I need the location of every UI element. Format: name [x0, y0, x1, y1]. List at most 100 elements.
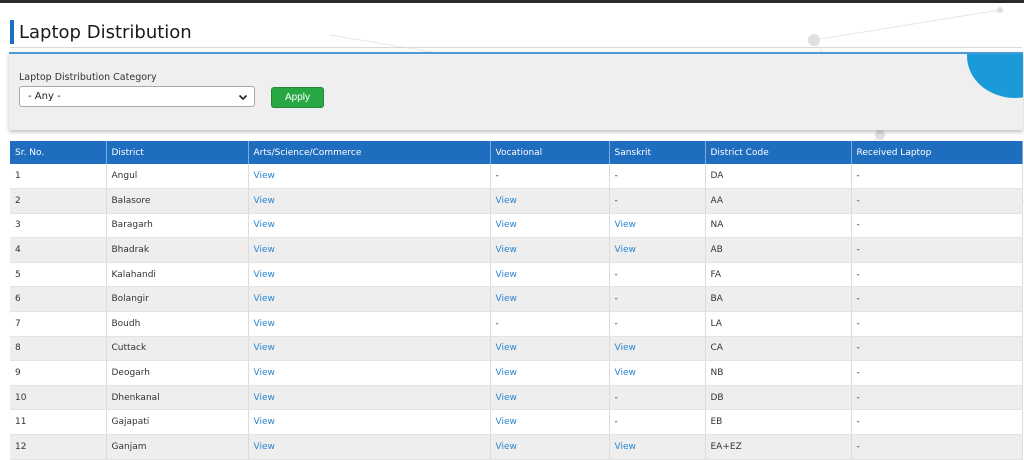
sanskrit-cell: -	[609, 286, 706, 313]
view-link[interactable]: View	[496, 442, 517, 452]
table-header-row: Sr. No. District Arts/Science/Commerce V…	[10, 141, 1023, 164]
category-select-value: - Any -	[28, 91, 61, 102]
sr-no-cell: 2	[10, 188, 107, 214]
view-link[interactable]: View	[254, 245, 275, 255]
title-divider	[10, 47, 1022, 48]
view-link[interactable]: View	[496, 270, 517, 280]
vocational-cell: View	[490, 360, 610, 386]
arts-science-commerce-cell: View	[248, 311, 491, 337]
view-link[interactable]: View	[615, 442, 636, 452]
view-link[interactable]: View	[496, 393, 517, 403]
view-link[interactable]: View	[496, 196, 517, 206]
received-laptop-cell: -	[851, 164, 1023, 190]
received-laptop-cell: -	[851, 213, 1023, 239]
sanskrit-cell: -	[609, 262, 706, 288]
district-code-cell: AA	[705, 188, 852, 214]
sanskrit-cell: -	[609, 188, 706, 214]
table-row: 4 Bhadrak View View View AB -	[10, 237, 1023, 263]
header-sr-no[interactable]: Sr. No.	[10, 141, 107, 164]
sanskrit-cell: View	[609, 213, 706, 239]
received-laptop-cell: -	[851, 360, 1023, 386]
header-sanskrit[interactable]: Sanskrit	[609, 141, 706, 164]
view-link[interactable]: View	[254, 270, 275, 280]
arts-science-commerce-cell: View	[248, 213, 491, 239]
sr-no-cell: 9	[10, 360, 107, 386]
sanskrit-cell: View	[609, 237, 706, 263]
header-vocational[interactable]: Vocational	[490, 141, 610, 164]
vocational-cell: View	[490, 213, 610, 239]
apply-button[interactable]: Apply	[271, 87, 324, 108]
arts-science-commerce-cell: View	[248, 434, 491, 460]
vocational-cell: View	[490, 237, 610, 263]
district-code-cell: DB	[705, 385, 852, 411]
vocational-cell: View	[490, 385, 610, 411]
district-cell: Angul	[106, 164, 249, 190]
view-link[interactable]: View	[254, 220, 275, 230]
district-cell: Gajapati	[106, 409, 249, 436]
arts-science-commerce-cell: View	[248, 188, 491, 214]
title-accent-bar	[10, 20, 14, 44]
view-link[interactable]: View	[615, 220, 636, 230]
view-link[interactable]: View	[496, 294, 517, 304]
filter-toggle[interactable]	[967, 54, 1023, 98]
view-link[interactable]: View	[254, 343, 275, 353]
sr-no-cell: 12	[10, 434, 107, 460]
vocational-cell: View	[490, 336, 610, 362]
header-district[interactable]: District	[106, 141, 249, 164]
page-title: Laptop Distribution	[19, 21, 192, 43]
arts-science-commerce-cell: View	[248, 164, 491, 190]
view-link[interactable]: View	[496, 220, 517, 230]
table-row: 1 Angul View - - DA -	[10, 164, 1023, 190]
view-link[interactable]: View	[615, 343, 636, 353]
view-link[interactable]: View	[254, 294, 275, 304]
view-link[interactable]: View	[254, 196, 275, 206]
district-cell: Cuttack	[106, 336, 249, 362]
view-link[interactable]: View	[254, 171, 275, 181]
received-laptop-cell: -	[851, 188, 1023, 214]
table-row: 12 Ganjam View View View EA+EZ -	[10, 434, 1023, 460]
view-link[interactable]: View	[496, 245, 517, 255]
sanskrit-cell: -	[609, 164, 706, 190]
vocational-cell: -	[490, 311, 610, 337]
received-laptop-cell: -	[851, 237, 1023, 263]
view-link[interactable]: View	[254, 319, 275, 329]
header-received-laptop[interactable]: Received Laptop	[851, 141, 1023, 164]
table-row: 5 Kalahandi View View - FA -	[10, 262, 1023, 288]
view-link[interactable]: View	[254, 368, 275, 378]
header-arts-science-commerce[interactable]: Arts/Science/Commerce	[248, 141, 491, 164]
district-code-cell: BA	[705, 286, 852, 313]
table-row: 10 Dhenkanal View View - DB -	[10, 385, 1023, 411]
view-link[interactable]: View	[254, 442, 275, 452]
district-cell: Dhenkanal	[106, 385, 249, 411]
view-link[interactable]: View	[496, 343, 517, 353]
district-code-cell: LA	[705, 311, 852, 337]
district-code-cell: EB	[705, 409, 852, 436]
sr-no-cell: 10	[10, 385, 107, 411]
category-select[interactable]: - Any -	[19, 86, 255, 107]
sanskrit-cell: View	[609, 434, 706, 460]
header-district-code[interactable]: District Code	[705, 141, 852, 164]
view-link[interactable]: View	[615, 245, 636, 255]
arts-science-commerce-cell: View	[248, 336, 491, 362]
view-link[interactable]: View	[496, 417, 517, 427]
table-body: 1 Angul View - - DA -2 Balasore View View - AA -3 Bar…	[10, 164, 1023, 460]
view-link[interactable]: View	[254, 393, 275, 403]
chevron-down-icon	[238, 94, 248, 101]
sr-no-cell: 7	[10, 311, 107, 337]
filter-panel: Laptop Distribution Category - Any - App…	[9, 52, 1023, 130]
received-laptop-cell: -	[851, 409, 1023, 436]
view-link[interactable]: View	[615, 368, 636, 378]
category-filter-label: Laptop Distribution Category	[19, 72, 157, 83]
view-link[interactable]: View	[254, 417, 275, 427]
view-link[interactable]: View	[496, 368, 517, 378]
district-cell: Baragarh	[106, 213, 249, 239]
sr-no-cell: 4	[10, 237, 107, 263]
table-row: 3 Baragarh View View View NA -	[10, 213, 1023, 239]
sanskrit-cell: View	[609, 336, 706, 362]
arts-science-commerce-cell: View	[248, 385, 491, 411]
sanskrit-cell: -	[609, 385, 706, 411]
district-cell: Bhadrak	[106, 237, 249, 263]
district-cell: Ganjam	[106, 434, 249, 460]
sr-no-cell: 6	[10, 286, 107, 313]
arts-science-commerce-cell: View	[248, 360, 491, 386]
